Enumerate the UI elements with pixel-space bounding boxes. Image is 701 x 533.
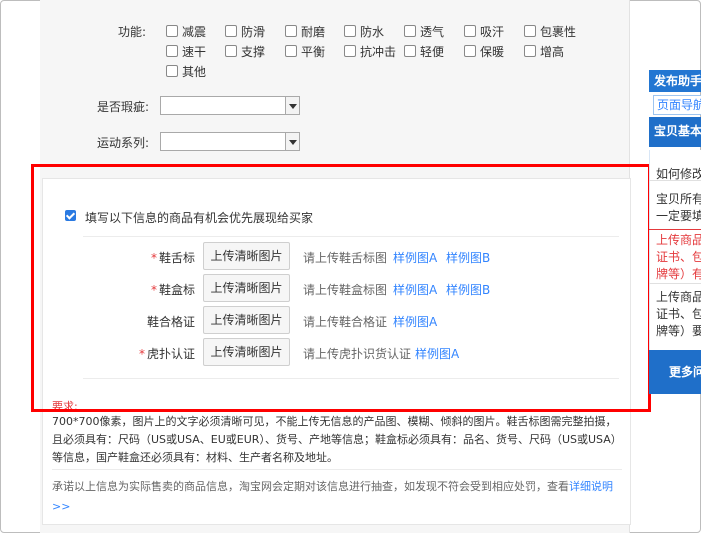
sidebar-help-line: 牌等）有 (656, 267, 701, 281)
sidebar-help-line: 证书、包 (656, 307, 701, 321)
chevron-down-icon[interactable] (285, 133, 299, 150)
page-navigation-link[interactable]: 页面导航 (653, 95, 701, 115)
function-checkbox-label: 增高 (540, 45, 565, 59)
checkbox-box[interactable] (285, 25, 297, 37)
sidebar-help-line: 证书、包 (656, 250, 701, 264)
function-checkbox[interactable]: 其他 (166, 63, 206, 80)
function-checkbox[interactable]: 吸汗 (464, 23, 504, 40)
function-checkbox-label: 轻便 (420, 45, 445, 59)
function-checkbox-label: 抗冲击 (360, 45, 397, 59)
checkbox-box[interactable] (225, 25, 237, 37)
checkbox-box[interactable] (225, 45, 237, 57)
checkbox-box[interactable] (344, 45, 356, 57)
sport-series-select[interactable] (160, 132, 300, 151)
more-questions-button[interactable]: 更多问 (649, 350, 701, 394)
sidebar-help-line: 宝贝所有 (656, 192, 701, 206)
function-checkbox[interactable]: 平衡 (285, 43, 325, 60)
checkbox-box[interactable] (166, 25, 178, 37)
checkbox-box[interactable] (464, 25, 476, 37)
function-checkbox[interactable]: 支撑 (225, 43, 265, 60)
function-checkbox[interactable]: 速干 (166, 43, 206, 60)
commitment-notice: 承诺以上信息为实际售卖的商品信息，淘宝网会定期对该信息进行抽查，如发现不符会受到… (52, 477, 622, 517)
function-label: 功能: (118, 25, 147, 39)
requirements-text: 700*700像素，图片上的文字必须清晰可见，不能上传无信息的产品图、模糊、倾斜… (52, 415, 622, 464)
divider (649, 180, 701, 181)
function-checkbox[interactable]: 轻便 (404, 43, 444, 60)
sidebar-help-line: 一定要填 (656, 209, 701, 223)
commitment-text: 承诺以上信息为实际售卖的商品信息，淘宝网会定期对该信息进行抽查，如发现不符会受到… (52, 480, 569, 493)
checkbox-box[interactable] (404, 45, 416, 57)
function-checkbox-label: 吸汗 (480, 25, 505, 39)
defect-label: 是否瑕疵: (97, 100, 150, 114)
checkbox-box[interactable] (166, 65, 178, 77)
function-checkbox-label: 耐磨 (301, 25, 326, 39)
checkbox-box[interactable] (344, 25, 356, 37)
function-checkbox[interactable]: 减震 (166, 23, 206, 40)
function-checkbox-label: 平衡 (301, 45, 326, 59)
divider (649, 283, 701, 284)
chevron-down-icon[interactable] (285, 97, 299, 114)
function-checkbox[interactable]: 透气 (404, 23, 444, 40)
details-arrow-link[interactable]: >> (52, 500, 70, 513)
basic-info-header: 宝贝基本信 (649, 117, 701, 147)
checkbox-box[interactable] (524, 25, 536, 37)
checkbox-box[interactable] (524, 45, 536, 57)
sidebar-help-line: 牌等）要 (656, 324, 701, 338)
checkbox-box[interactable] (166, 45, 178, 57)
details-link[interactable]: 详细说明 (569, 480, 613, 493)
sport-series-label: 运动系列: (97, 136, 150, 150)
function-checkbox-label: 包裹性 (540, 25, 577, 39)
function-checkbox-label: 保暖 (480, 45, 505, 59)
highlight-box (31, 164, 651, 412)
function-checkbox-label: 防滑 (241, 25, 266, 39)
sidebar-help-line: 上传商品 (656, 233, 701, 247)
defect-select[interactable] (160, 96, 300, 115)
function-checkbox[interactable]: 增高 (524, 43, 564, 60)
function-checkbox[interactable]: 抗冲击 (344, 43, 396, 60)
function-checkbox-label: 其他 (182, 65, 207, 79)
function-checkbox-label: 透气 (420, 25, 445, 39)
publish-helper-header: 发布助手 (649, 70, 701, 92)
function-checkbox-label: 支撑 (241, 45, 266, 59)
checkbox-box[interactable] (285, 45, 297, 57)
function-checkbox-label: 速干 (182, 45, 207, 59)
checkbox-box[interactable] (404, 25, 416, 37)
function-checkbox[interactable]: 防滑 (225, 23, 265, 40)
function-checkbox[interactable]: 保暖 (464, 43, 504, 60)
function-checkbox[interactable]: 包裹性 (524, 23, 576, 40)
sidebar-help-line: 上传商品 (656, 290, 701, 304)
function-checkbox[interactable]: 耐磨 (285, 23, 325, 40)
function-checkbox-label: 减震 (182, 25, 207, 39)
divider (52, 469, 622, 470)
function-checkbox-label: 防水 (360, 25, 385, 39)
divider (649, 229, 701, 230)
function-checkbox[interactable]: 防水 (344, 23, 384, 40)
checkbox-box[interactable] (464, 45, 476, 57)
